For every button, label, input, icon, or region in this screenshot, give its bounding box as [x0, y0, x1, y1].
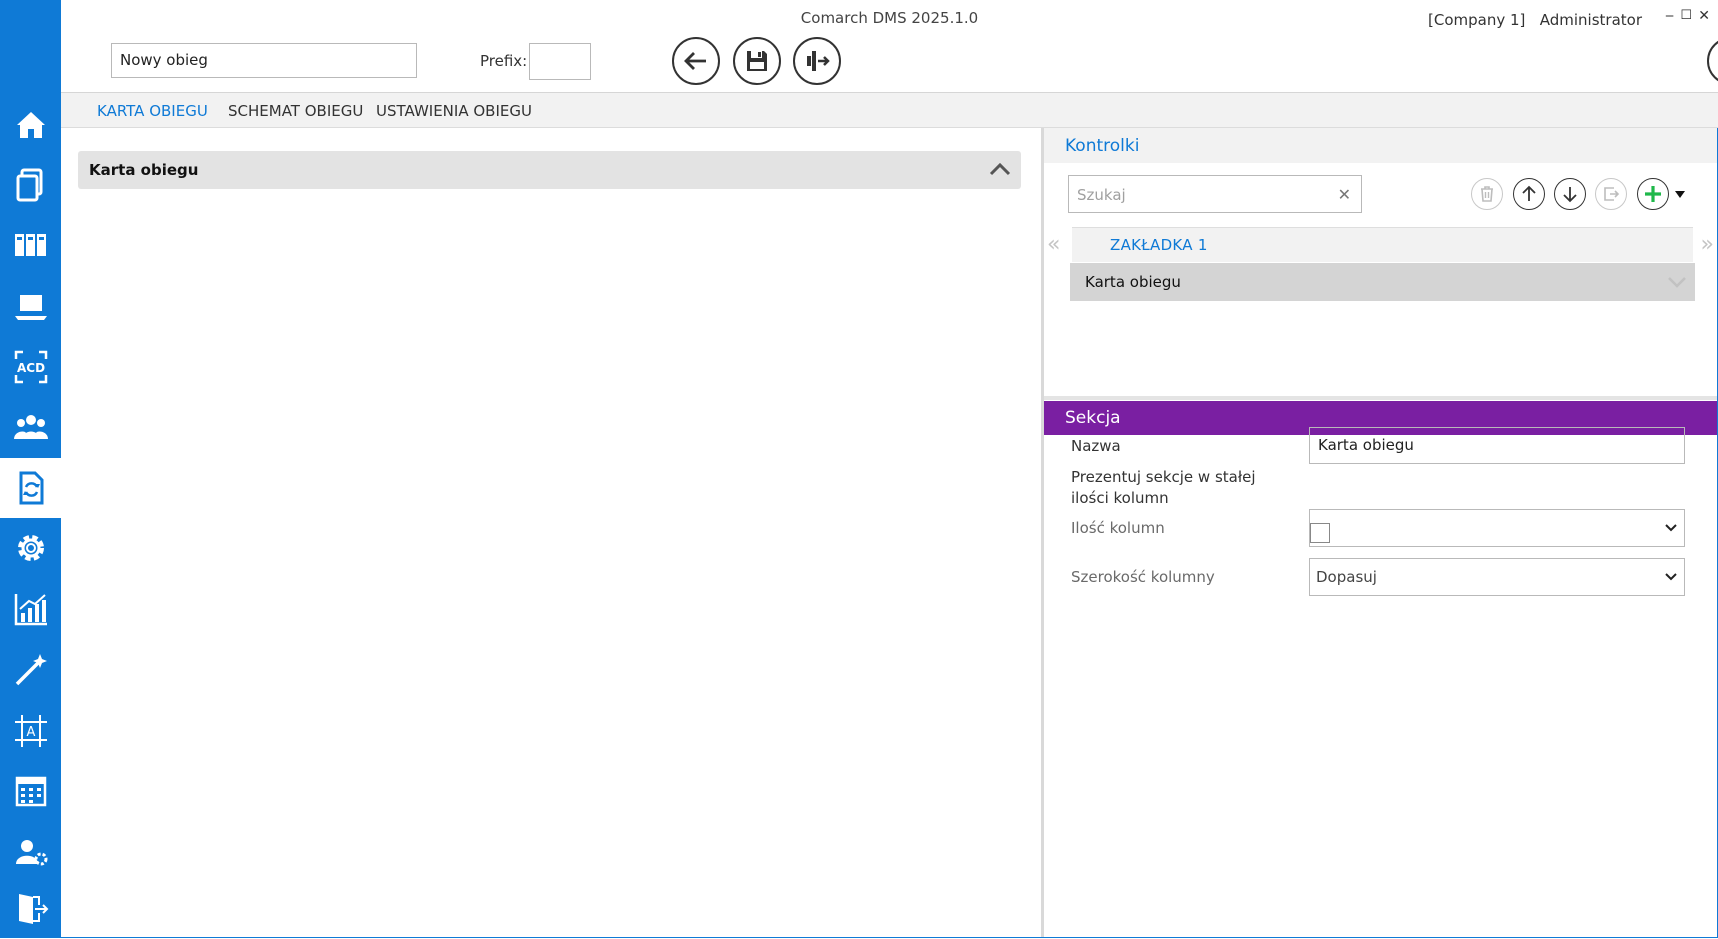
maximize-button[interactable]: ☐ — [1680, 8, 1692, 23]
prefix-label: Prefix: — [480, 52, 528, 70]
add-dropdown-caret-icon[interactable] — [1674, 189, 1686, 199]
documents-icon — [16, 168, 42, 202]
user-settings-icon — [15, 840, 47, 866]
prezentuj-label: Prezentuj sekcje w stałej ilości kolumn — [1071, 468, 1256, 507]
section-karta-obiegu[interactable]: Karta obiegu — [78, 151, 1021, 189]
ilosc-kolumn-select[interactable] — [1309, 509, 1685, 547]
tab-ustawienia-obiegu[interactable]: USTAWIENIA OBIEGU — [376, 102, 532, 120]
properties-panel: Kontrolki Szukaj ✕ « ZAKŁADKA 1 » Karta … — [1044, 128, 1717, 937]
sidebar-item-laptop[interactable] — [0, 277, 61, 337]
user-name[interactable]: Administrator — [1540, 11, 1642, 29]
kontrolki-header: Kontrolki — [1044, 128, 1717, 163]
form-preview-panel: Karta obiegu — [61, 128, 1044, 937]
sidebar-item-reports[interactable] — [0, 579, 61, 639]
nazwa-label: Nazwa — [1071, 437, 1121, 455]
copy-icon — [1604, 187, 1620, 201]
chevron-up-icon[interactable] — [989, 161, 1011, 177]
close-button[interactable]: ✕ — [1698, 8, 1710, 24]
chevron-down-icon — [1665, 524, 1677, 532]
prefix-input[interactable] — [529, 43, 591, 80]
tab-bar: KARTA OBIEGU SCHEMAT OBIEGU USTAWIENIA O… — [61, 93, 1718, 128]
sidebar-item-documents[interactable] — [0, 155, 61, 215]
sekcja-title: Sekcja — [1065, 408, 1121, 428]
reports-icon — [14, 594, 47, 626]
sidebar-item-users[interactable] — [0, 397, 61, 457]
tab-zakladka-1[interactable]: ZAKŁADKA 1 — [1110, 236, 1208, 254]
trash-icon — [1481, 186, 1493, 202]
section-title: Karta obiegu — [89, 161, 199, 179]
tab-next-arrow[interactable]: » — [1701, 232, 1714, 257]
move-down-button[interactable] — [1554, 178, 1586, 210]
sidebar-item-binders[interactable] — [0, 215, 61, 275]
minimize-button[interactable]: ‒ — [1665, 8, 1674, 24]
arrow-up-icon — [1522, 185, 1536, 201]
save-and-close-button[interactable] — [793, 37, 841, 85]
nazwa-input[interactable]: Karta obiegu — [1309, 427, 1685, 464]
save-button[interactable] — [733, 37, 781, 85]
control-item-label: Karta obiegu — [1085, 273, 1181, 291]
add-control-button[interactable] — [1637, 178, 1669, 210]
users-icon — [13, 415, 48, 439]
control-item-karta-obiegu[interactable]: Karta obiegu — [1070, 263, 1695, 301]
delete-button[interactable] — [1471, 178, 1503, 210]
tab-karta-obiegu[interactable]: KARTA OBIEGU — [97, 102, 208, 120]
arrow-down-icon — [1563, 187, 1577, 203]
chevron-down-icon[interactable] — [1667, 275, 1687, 289]
clear-search-icon[interactable]: ✕ — [1338, 185, 1351, 204]
szerokosc-kolumny-select[interactable]: Dopasuj — [1309, 558, 1685, 596]
tab-strip: « ZAKŁADKA 1 » — [1044, 227, 1717, 262]
ilosc-kolumn-label: Ilość kolumn — [1071, 519, 1165, 537]
workflow-name-input[interactable]: Nowy obieg — [111, 43, 417, 78]
calendar-icon — [15, 776, 46, 807]
logout-icon — [18, 894, 48, 924]
search-placeholder: Szukaj — [1077, 186, 1126, 204]
sidebar-item-wizard[interactable] — [0, 639, 61, 699]
ai-assistant-button[interactable] — [1707, 37, 1718, 85]
panel-divider — [1044, 396, 1717, 400]
plus-icon — [1645, 186, 1661, 202]
szerokosc-kolumny-label: Szerokość kolumny — [1071, 568, 1215, 586]
chevron-down-icon — [1665, 573, 1677, 581]
gear-icon — [17, 535, 44, 561]
svg-text:ACD: ACD — [16, 361, 44, 375]
back-button[interactable] — [672, 37, 720, 85]
sidebar-item-logout[interactable] — [0, 879, 61, 939]
home-icon — [16, 112, 45, 138]
svg-text:A: A — [26, 725, 35, 740]
kontrolki-title: Kontrolki — [1065, 136, 1140, 156]
designer-icon: A — [14, 715, 47, 747]
binders-icon — [14, 234, 46, 256]
company-name[interactable]: [Company 1] — [1428, 11, 1525, 29]
save-close-icon — [807, 51, 830, 71]
laptop-icon — [14, 295, 47, 320]
sidebar-item-settings[interactable] — [0, 518, 61, 578]
sidebar: ACD A — [0, 0, 61, 938]
user-info: [Company 1] Administrator — [1428, 11, 1642, 29]
sidebar-item-home[interactable] — [0, 95, 61, 155]
szerokosc-kolumny-value: Dopasuj — [1316, 568, 1377, 586]
sidebar-item-designer[interactable]: A — [0, 701, 61, 761]
sidebar-item-calendar[interactable] — [0, 761, 61, 821]
sidebar-item-user-settings[interactable] — [0, 822, 61, 882]
floppy-disk-icon — [747, 51, 767, 71]
move-up-button[interactable] — [1513, 178, 1545, 210]
tab-prev-arrow[interactable]: « — [1047, 232, 1060, 257]
magic-wand-icon — [15, 654, 47, 686]
arrow-left-icon — [684, 52, 706, 70]
search-input[interactable]: Szukaj ✕ — [1068, 175, 1362, 213]
sidebar-item-workflow[interactable] — [0, 458, 61, 518]
top-toolbar: Comarch DMS 2025.1.0 [Company 1] Adminis… — [61, 0, 1718, 93]
tab-schemat-obiegu[interactable]: SCHEMAT OBIEGU — [228, 102, 363, 120]
workflow-icon — [19, 471, 43, 505]
sidebar-item-acd[interactable]: ACD — [0, 337, 61, 397]
copy-control-button[interactable] — [1595, 178, 1627, 210]
acd-icon: ACD — [14, 350, 47, 384]
